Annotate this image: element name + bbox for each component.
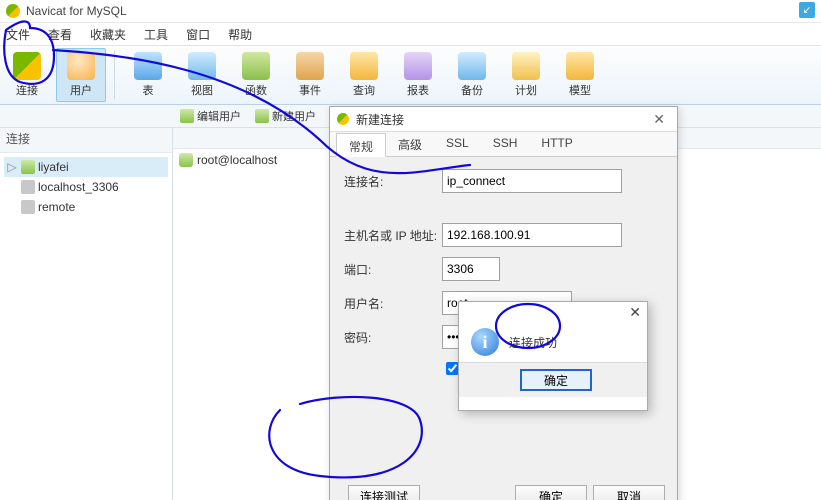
info-icon: i xyxy=(471,328,499,356)
dialog-title: 新建连接 xyxy=(356,111,404,128)
label-password: 密码: xyxy=(344,329,442,346)
msgbox-text: 连接成功 xyxy=(509,334,557,351)
dialog-button-row: 连接测试 确定 取消 xyxy=(330,485,677,500)
new-connection-dialog: 新建连接 ✕ 常规高级SSLSSHHTTP 连接名: 主机名或 IP 地址: 端… xyxy=(329,106,678,500)
label-host: 主机名或 IP 地址: xyxy=(344,227,442,244)
toolbar-icon xyxy=(566,52,594,80)
toolbar-用户[interactable]: 用户 xyxy=(56,48,106,102)
button-cancel[interactable]: 取消 xyxy=(593,485,665,500)
toolbar-事件[interactable]: 事件 xyxy=(285,48,335,102)
sidebar: 连接 ▷liyafeilocalhost_3306remote xyxy=(0,128,173,500)
titlebar: Navicat for MySQL ↙ xyxy=(0,0,821,23)
sidebar-header: 连接 xyxy=(0,128,172,153)
toolbar-函数[interactable]: 函数 xyxy=(231,48,281,102)
toolbar-查询[interactable]: 查询 xyxy=(339,48,389,102)
menu-file[interactable]: 文件 xyxy=(6,26,30,43)
tab-常规[interactable]: 常规 xyxy=(336,133,386,157)
message-box: ✕ i 连接成功 确定 xyxy=(458,301,648,411)
menu-tools[interactable]: 工具 xyxy=(144,26,168,43)
tree-node-icon xyxy=(21,160,35,174)
msgbox-close-icon[interactable]: ✕ xyxy=(629,304,641,321)
tab-HTTP[interactable]: HTTP xyxy=(529,132,584,156)
toolbar-icon xyxy=(458,52,486,80)
toolbar-模型[interactable]: 模型 xyxy=(555,48,605,102)
toolbar-icon xyxy=(13,52,41,80)
dialog-titlebar: 新建连接 ✕ xyxy=(330,107,677,132)
tree-node-remote[interactable]: remote xyxy=(4,197,168,217)
input-host[interactable] xyxy=(442,223,622,247)
input-port[interactable] xyxy=(442,257,500,281)
toolbar-icon xyxy=(296,52,324,80)
toolbar-连接[interactable]: 连接 xyxy=(2,48,52,102)
label-port: 端口: xyxy=(344,261,442,278)
tab-高级[interactable]: 高级 xyxy=(386,132,434,156)
toolbar-icon xyxy=(350,52,378,80)
tree-node-liyafei[interactable]: ▷liyafei xyxy=(4,157,168,177)
toolbar-icon xyxy=(242,52,270,80)
min-max-icon[interactable]: ↙ xyxy=(799,2,815,18)
app-title: Navicat for MySQL xyxy=(26,4,127,18)
toolbar-icon xyxy=(134,52,162,80)
dialog-icon xyxy=(337,113,349,125)
user-icon xyxy=(179,153,193,167)
label-user: 用户名: xyxy=(344,295,442,312)
tree-node-localhost_3306[interactable]: localhost_3306 xyxy=(4,177,168,197)
msgbox-ok-button[interactable]: 确定 xyxy=(520,369,592,391)
input-connection-name[interactable] xyxy=(442,169,622,193)
menubar: 文件 查看 收藏夹 工具 窗口 帮助 xyxy=(0,23,821,45)
tree-twisty-icon: ▷ xyxy=(6,160,18,174)
sub-新建用户[interactable]: 新建用户 xyxy=(255,108,316,124)
toolbar-icon xyxy=(67,52,95,80)
tree-node-icon xyxy=(21,180,35,194)
tree-node-icon xyxy=(21,200,35,214)
main-toolbar: 连接用户表视图函数事件查询报表备份计划模型 xyxy=(0,45,821,105)
tab-SSL[interactable]: SSL xyxy=(434,132,481,156)
sub-icon xyxy=(180,109,194,123)
main-panel: root@localhost 新建连接 ✕ 常规高级SSLSSHHTTP 连接名… xyxy=(173,128,821,500)
toolbar-报表[interactable]: 报表 xyxy=(393,48,443,102)
app-logo-icon xyxy=(6,4,20,18)
toolbar-计划[interactable]: 计划 xyxy=(501,48,551,102)
toolbar-备份[interactable]: 备份 xyxy=(447,48,497,102)
menu-help[interactable]: 帮助 xyxy=(228,26,252,43)
button-connection-test[interactable]: 连接测试 xyxy=(348,485,420,500)
toolbar-icon xyxy=(404,52,432,80)
toolbar-表[interactable]: 表 xyxy=(123,48,173,102)
toolbar-视图[interactable]: 视图 xyxy=(177,48,227,102)
label-connection-name: 连接名: xyxy=(344,173,442,190)
tab-SSH[interactable]: SSH xyxy=(481,132,530,156)
toolbar-icon xyxy=(188,52,216,80)
sub-编辑用户[interactable]: 编辑用户 xyxy=(180,108,241,124)
toolbar-icon xyxy=(512,52,540,80)
menu-favorites[interactable]: 收藏夹 xyxy=(90,26,126,43)
sub-icon xyxy=(255,109,269,123)
menu-view[interactable]: 查看 xyxy=(48,26,72,43)
user-name: root@localhost xyxy=(197,153,277,167)
button-ok[interactable]: 确定 xyxy=(515,485,587,500)
dialog-close-icon[interactable]: ✕ xyxy=(647,111,671,128)
connection-tree: ▷liyafeilocalhost_3306remote xyxy=(0,153,172,221)
menu-window[interactable]: 窗口 xyxy=(186,26,210,43)
dialog-tabs: 常规高级SSLSSHHTTP xyxy=(330,132,677,157)
